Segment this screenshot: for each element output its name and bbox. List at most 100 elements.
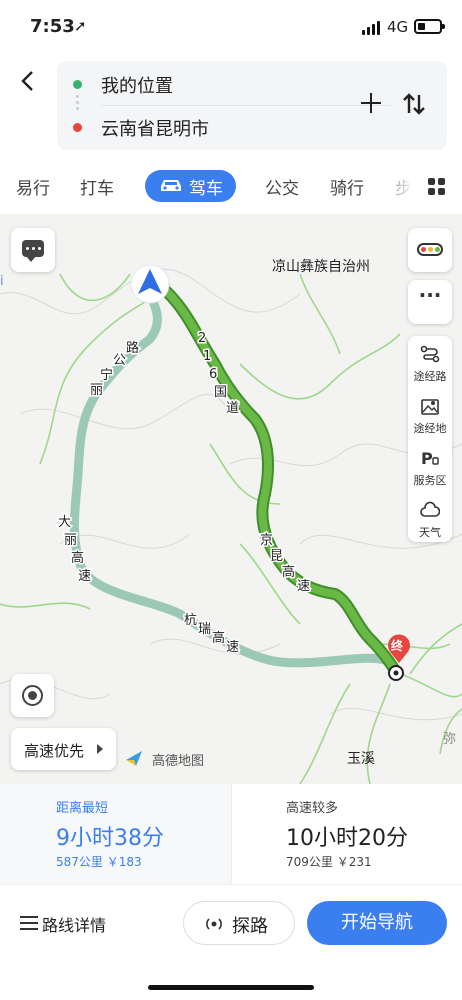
road-label-lining-3: 公 xyxy=(113,353,126,368)
route-option-highway[interactable]: 高速较多 10小时20分 709公里 ￥231 xyxy=(231,784,462,884)
tab-transit[interactable]: 公交 xyxy=(265,174,299,199)
waypoint-road-label: 途经路 xyxy=(413,370,447,383)
route-preference-label: 高速优先 xyxy=(24,742,85,760)
route-option-duration: 9小时38分 xyxy=(56,826,164,851)
road-label-lining-1: 丽 xyxy=(90,383,103,398)
route-option-shortest[interactable]: 距离最短 9小时38分 587公里 ￥183 xyxy=(0,784,231,884)
place-edge-left: i xyxy=(0,274,4,289)
place-yuxi: 玉溪 xyxy=(347,751,375,767)
road-label-dali-1: 大 xyxy=(58,515,71,530)
svg-text:P: P xyxy=(421,449,433,468)
swap-arrows-icon xyxy=(403,93,425,115)
location-arrow-icon: ➚ xyxy=(74,17,87,35)
road-label-216-dao: 道 xyxy=(226,401,239,416)
parking-cup-icon: P xyxy=(421,449,439,468)
destination-dot-icon xyxy=(73,123,82,132)
tab-taxi[interactable]: 打车 xyxy=(80,174,114,199)
broadcast-icon xyxy=(206,918,222,930)
field-divider xyxy=(101,105,391,106)
more-options-button[interactable]: ··· xyxy=(408,280,452,324)
explore-route-label: 探路 xyxy=(232,916,268,937)
amap-logo-text: 高德地图 xyxy=(152,754,205,769)
feedback-button[interactable] xyxy=(11,228,55,272)
waypoint-place-button[interactable]: 途经地 xyxy=(408,392,452,442)
locate-me-button[interactable] xyxy=(11,674,54,717)
chat-bubble-icon xyxy=(22,240,44,262)
map-canvas: 2 1 6 国 道 京 昆 高 速 丽 宁 公 路 大 丽 高 速 杭 瑞 高 … xyxy=(0,264,462,784)
status-bar: 7:53 ➚ 4G xyxy=(0,0,462,56)
tab-drive-label: 驾车 xyxy=(189,179,223,199)
end-marker-label: 终 xyxy=(391,639,404,653)
place-prefecture: 凉山彝族自治州 xyxy=(272,259,370,275)
route-option-tag: 高速较多 xyxy=(286,801,339,816)
road-label-jingkun-2: 昆 xyxy=(270,549,283,564)
road-label-dali-3: 高 xyxy=(71,550,84,566)
route-option-tag: 距离最短 xyxy=(56,801,109,816)
origin-field[interactable]: 我的位置 xyxy=(57,64,347,104)
battery-icon xyxy=(414,19,445,34)
road-label-hangrui-1: 杭 xyxy=(184,613,197,628)
road-label-jingkun-3: 高 xyxy=(282,564,295,580)
road-label-216-2: 2 xyxy=(198,331,206,346)
tabs-fade xyxy=(392,166,414,206)
current-location-arrow-icon xyxy=(130,264,170,304)
tab-easy-ride[interactable]: 易行 xyxy=(16,174,50,199)
service-area-button[interactable]: P 服务区 xyxy=(408,444,452,494)
service-area-label: 服务区 xyxy=(413,474,447,487)
start-navigation-button[interactable]: 开始导航 xyxy=(307,901,447,945)
tab-cycling[interactable]: 骑行 xyxy=(330,174,364,199)
waypoint-road-button[interactable]: 途经路 xyxy=(408,340,452,390)
more-modes-grid-icon[interactable] xyxy=(428,178,446,196)
chevron-left-icon xyxy=(21,71,33,91)
road-label-hangrui-3: 高 xyxy=(212,630,225,646)
weather-button[interactable]: 天气 xyxy=(408,496,452,546)
destination-label: 云南省昆明市 xyxy=(101,119,209,140)
route-details-label: 路线详情 xyxy=(42,916,107,935)
amap-logo-icon xyxy=(126,751,142,766)
origin-dot-icon xyxy=(73,80,82,89)
route-option-meta: 587公里 ￥183 xyxy=(56,855,142,869)
bottom-action-bar: 路线详情 探路 开始导航 xyxy=(0,884,462,1000)
place-edge-right: 弥 xyxy=(443,732,457,747)
road-label-dali-4: 速 xyxy=(78,569,91,584)
map-pin-icon xyxy=(421,399,439,415)
list-icon xyxy=(20,916,38,930)
amap-logo: 高德地图 xyxy=(124,746,224,770)
crosshair-icon xyxy=(22,685,43,706)
road-label-hangrui-4: 速 xyxy=(226,640,239,655)
status-time: 7:53 xyxy=(30,16,75,37)
origin-label: 我的位置 xyxy=(101,76,173,97)
weather-label: 天气 xyxy=(419,526,441,539)
road-label-216-1: 1 xyxy=(203,349,211,364)
route-path-icon xyxy=(420,345,440,363)
destination-pin-icon: 终 xyxy=(386,634,412,664)
signal-icon xyxy=(362,21,382,35)
home-indicator xyxy=(148,985,314,990)
road-label-hangrui-2: 瑞 xyxy=(198,622,211,637)
cloud-icon xyxy=(420,501,440,517)
road-label-216-6: 6 xyxy=(209,367,217,382)
route-preference-button[interactable]: 高速优先 xyxy=(11,728,116,770)
route-input-box: 我的位置 云南省昆明市 xyxy=(57,61,447,150)
add-waypoint-button[interactable] xyxy=(359,91,383,115)
map-view[interactable]: 2 1 6 国 道 京 昆 高 速 丽 宁 公 路 大 丽 高 速 杭 瑞 高 … xyxy=(0,214,462,784)
road-label-lining-2: 宁 xyxy=(100,367,113,383)
route-options: 距离最短 9小时38分 587公里 ￥183 高速较多 10小时20分 709公… xyxy=(0,784,462,884)
road-label-lining-4: 路 xyxy=(126,340,139,356)
road-label-dali-2: 丽 xyxy=(64,533,77,548)
explore-route-button[interactable]: 探路 xyxy=(183,901,295,945)
network-type: 4G xyxy=(387,18,409,36)
waypoint-place-label: 途经地 xyxy=(413,422,447,435)
route-option-meta: 709公里 ￥231 xyxy=(286,855,372,869)
swap-route-button[interactable] xyxy=(401,91,427,117)
road-label-jingkun-1: 京 xyxy=(260,533,273,548)
chevron-right-icon xyxy=(97,744,103,754)
road-label-jingkun-4: 速 xyxy=(297,579,310,594)
back-button[interactable] xyxy=(16,66,40,96)
car-icon xyxy=(161,180,181,191)
destination-field[interactable]: 云南省昆明市 xyxy=(57,107,347,147)
road-label-216-guo: 国 xyxy=(214,385,227,400)
traffic-toggle-button[interactable] xyxy=(408,228,452,272)
travel-mode-tabs: 易行 打车 驾车 公交 骑行 步 xyxy=(0,166,462,206)
tab-drive[interactable]: 驾车 xyxy=(145,170,236,202)
